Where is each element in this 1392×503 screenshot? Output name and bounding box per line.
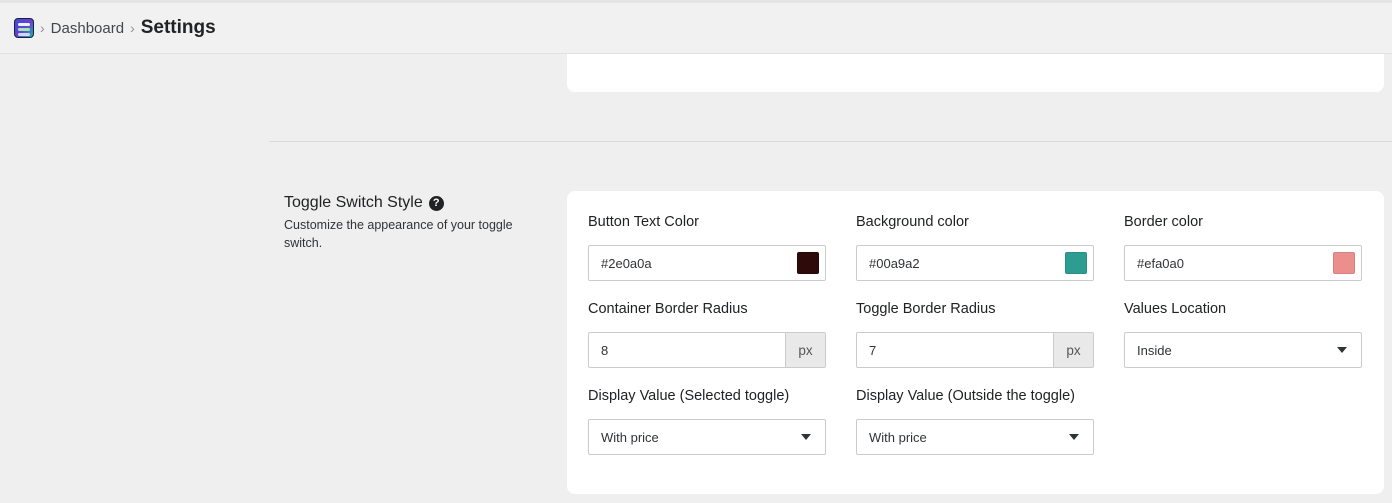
section-title: Toggle Switch Style ?	[284, 194, 544, 212]
breadcrumb-dashboard[interactable]: Dashboard	[51, 20, 124, 37]
values-location-select[interactable]: Inside	[1124, 332, 1362, 368]
background-color-input[interactable]: #00a9a2	[856, 245, 1094, 281]
field-label: Values Location	[1124, 301, 1227, 317]
display-value-selected-field: Display Value (Selected toggle) With pri…	[588, 388, 826, 455]
section-description: Customize the appearance of your toggle …	[284, 218, 513, 250]
section-title-text: Toggle Switch Style	[284, 194, 423, 211]
breadcrumb-separator-icon: ›	[40, 20, 45, 36]
field-label: Button Text Color	[588, 214, 699, 230]
unit-suffix: px	[785, 333, 825, 367]
button-text-color-field: Button Text Color #2e0a0a	[588, 214, 826, 281]
field-label: Background color	[856, 214, 969, 230]
input-value: #2e0a0a	[601, 255, 652, 271]
background-color-field: Background color #00a9a2	[856, 214, 1094, 281]
input-value: #efa0a0	[1137, 255, 1184, 271]
field-label: Border color	[1124, 214, 1203, 230]
previous-settings-card	[567, 54, 1384, 92]
display-value-outside-field: Display Value (Outside the toggle) With …	[856, 388, 1094, 455]
app-logo-icon[interactable]	[14, 18, 34, 38]
toggle-border-radius-input[interactable]: 7 px	[856, 332, 1094, 368]
display-value-outside-select[interactable]: With price	[856, 419, 1094, 455]
select-value: With price	[869, 429, 927, 445]
field-label: Display Value (Selected toggle)	[588, 388, 790, 404]
toggle-switch-style-card: Button Text Color #2e0a0a Background col…	[567, 191, 1384, 494]
top-bar: › Dashboard › Settings	[0, 0, 1392, 54]
select-value: With price	[601, 429, 659, 445]
button-text-color-input[interactable]: #2e0a0a	[588, 245, 826, 281]
caret-down-icon	[1069, 434, 1079, 440]
caret-down-icon	[801, 434, 811, 440]
border-color-field: Border color #efa0a0	[1124, 214, 1362, 281]
unit-suffix: px	[1053, 333, 1093, 367]
question-circle-icon[interactable]: ?	[428, 195, 444, 211]
color-swatch[interactable]	[1065, 252, 1087, 274]
select-value: Inside	[1137, 342, 1172, 358]
container-border-radius-input[interactable]: 8 px	[588, 332, 826, 368]
section-info: Toggle Switch Style ? Customize the appe…	[284, 194, 544, 252]
color-swatch[interactable]	[797, 252, 819, 274]
input-value: 8	[601, 342, 609, 358]
toggle-border-radius-field: Toggle Border Radius 7 px	[856, 301, 1094, 368]
section-divider	[269, 141, 1392, 142]
field-label: Display Value (Outside the toggle)	[856, 388, 1075, 404]
input-value: 7	[869, 342, 877, 358]
input-value: #00a9a2	[869, 255, 920, 271]
field-label: Container Border Radius	[588, 301, 748, 317]
caret-down-icon	[1337, 347, 1347, 353]
color-swatch[interactable]	[1333, 252, 1355, 274]
breadcrumb-separator-icon: ›	[130, 20, 135, 36]
page-title: Settings	[140, 17, 216, 38]
field-label: Toggle Border Radius	[856, 301, 996, 317]
border-color-input[interactable]: #efa0a0	[1124, 245, 1362, 281]
values-location-field: Values Location Inside	[1124, 301, 1362, 368]
container-border-radius-field: Container Border Radius 8 px	[588, 301, 826, 368]
display-value-selected-select[interactable]: With price	[588, 419, 826, 455]
